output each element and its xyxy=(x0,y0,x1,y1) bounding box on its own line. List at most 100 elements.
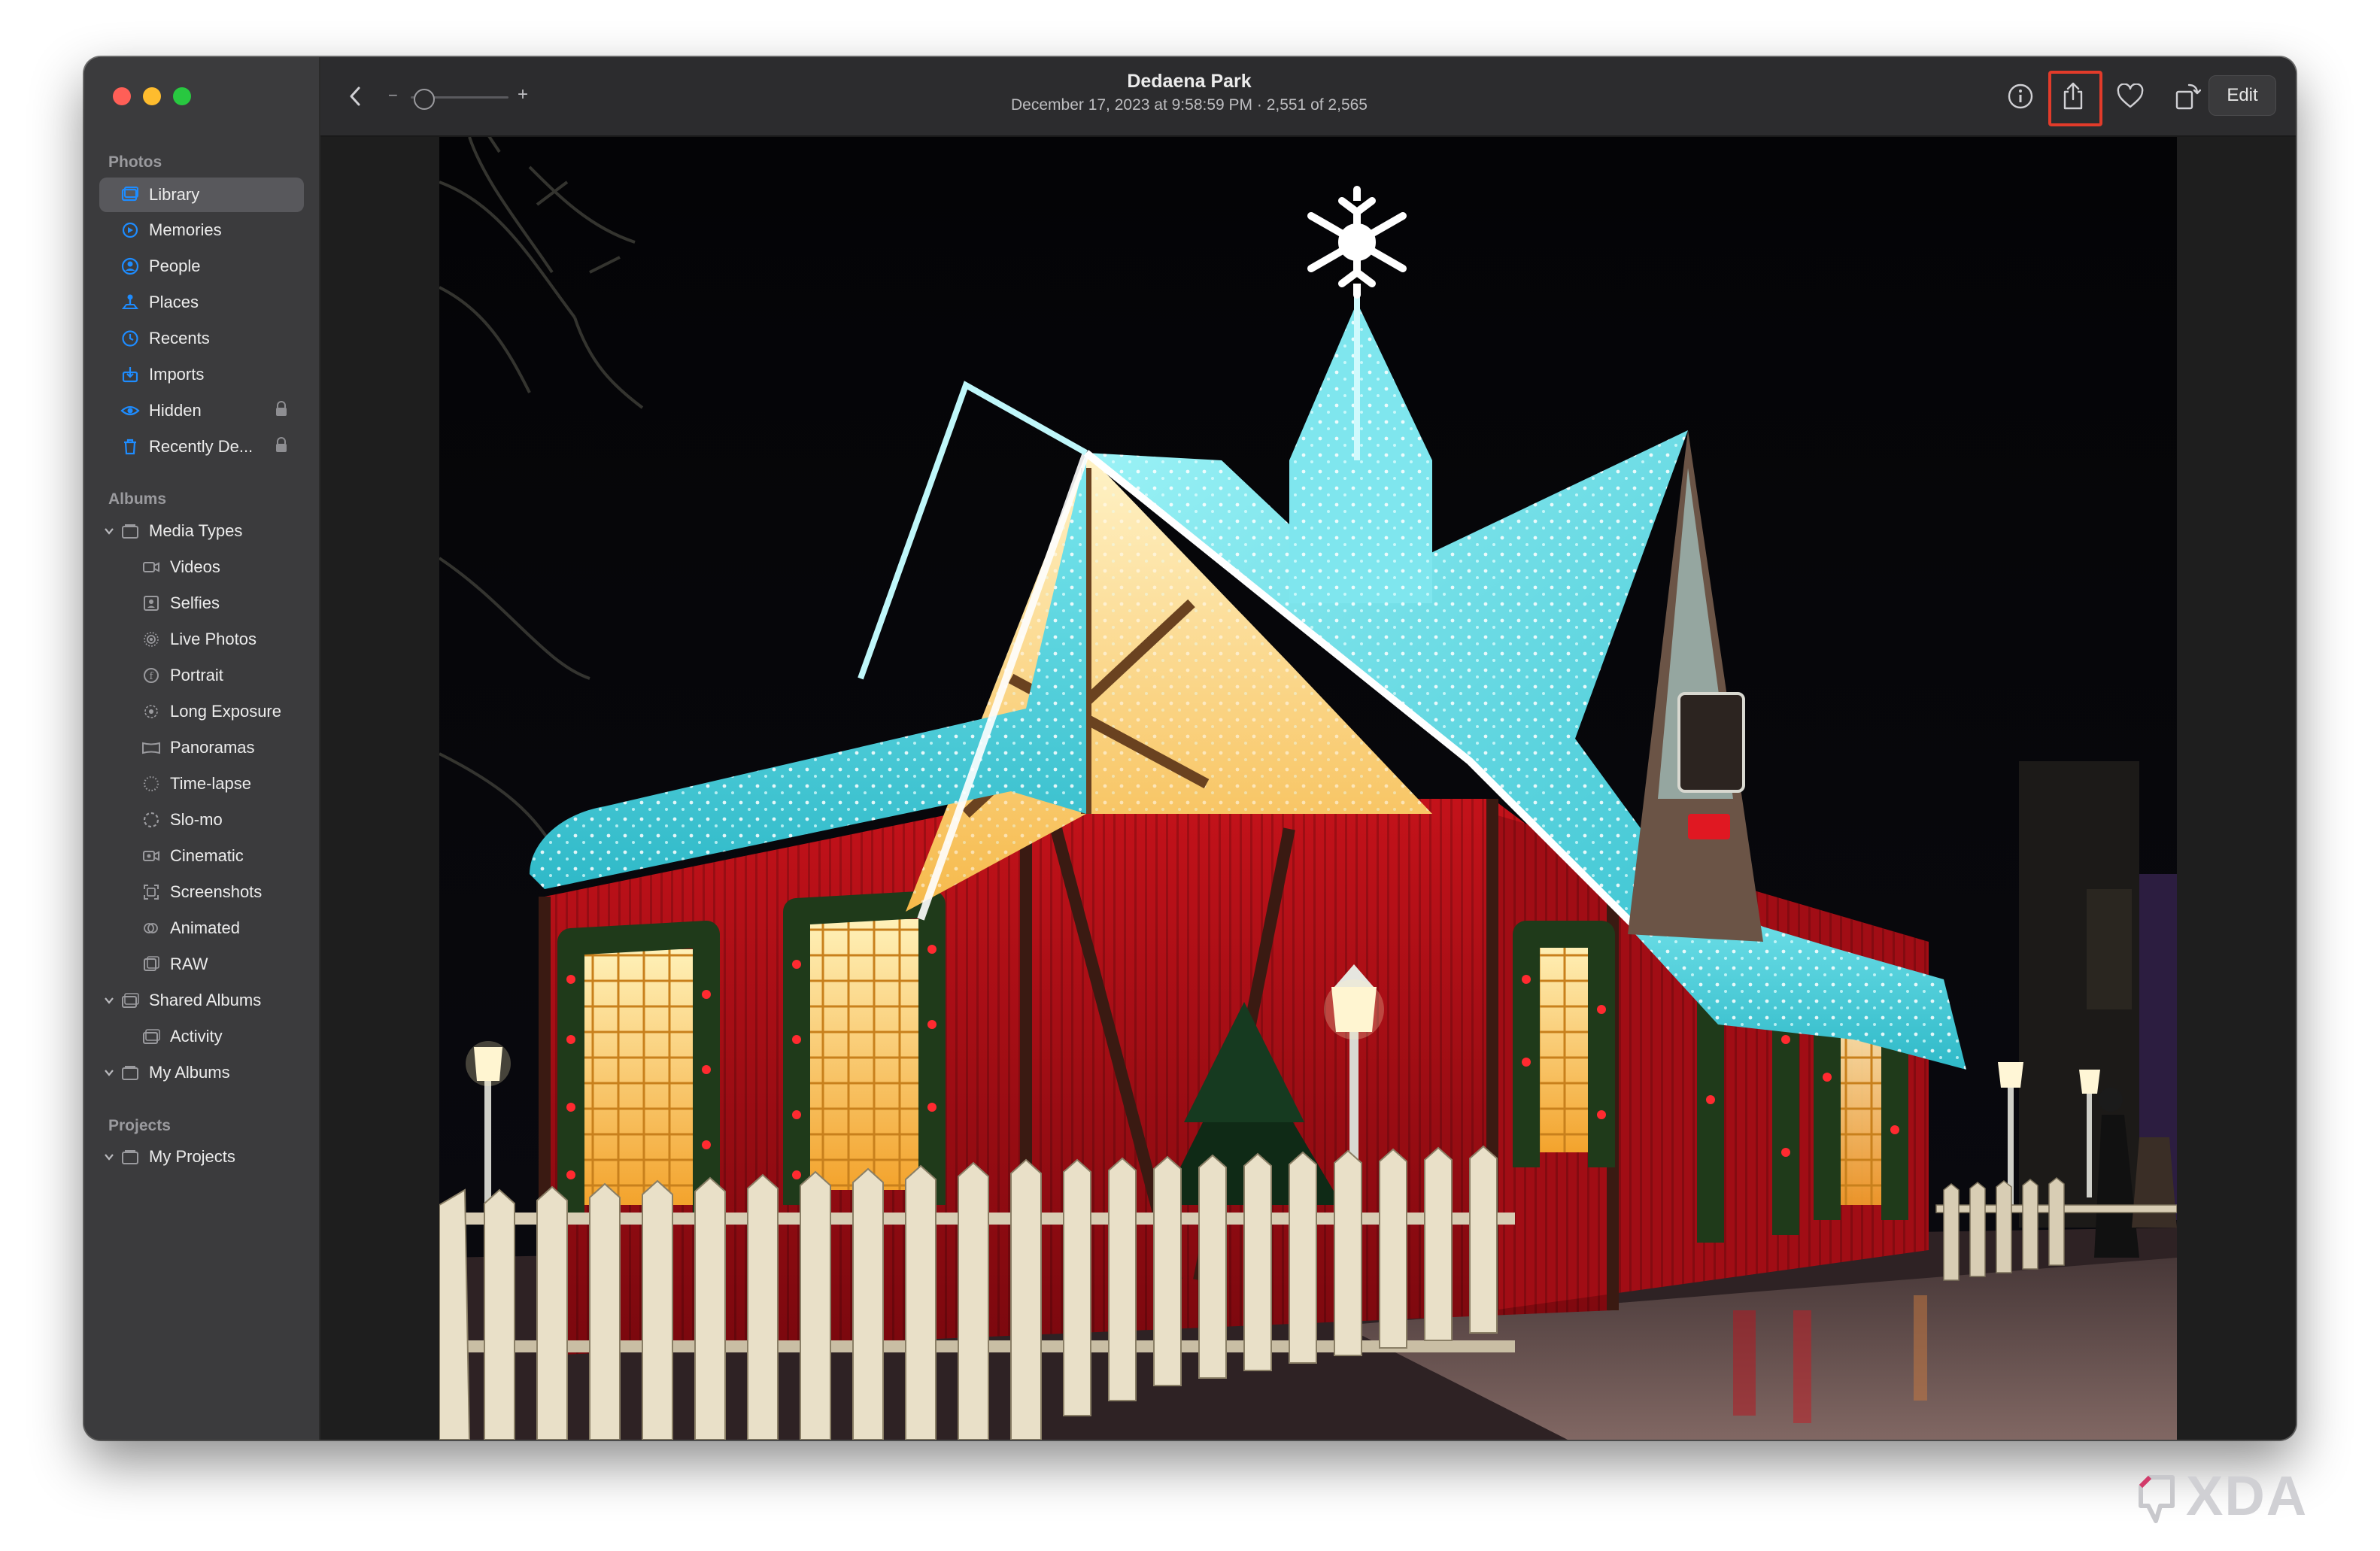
folder-icon xyxy=(120,1063,140,1082)
rotate-icon xyxy=(2175,83,2201,110)
chevron-down-icon[interactable] xyxy=(102,1066,116,1079)
main-content: − + Dedaena Park December 17, 2023 at 9:… xyxy=(320,57,2296,1440)
share-button[interactable] xyxy=(2058,81,2088,111)
sidebar-item-label: My Projects xyxy=(149,1147,235,1166)
xda-watermark-text: XDA xyxy=(2186,1464,2308,1527)
sidebar-item-animated[interactable]: Animated xyxy=(141,911,240,945)
activity-icon xyxy=(141,1027,161,1046)
sidebar-item-label: Library xyxy=(149,185,200,204)
sidebar-item-label: Selfies xyxy=(170,593,220,612)
time-lapse-icon xyxy=(141,774,161,794)
long-exposure-icon xyxy=(141,702,161,721)
live-photo-icon xyxy=(141,630,161,649)
sidebar-item-label: RAW xyxy=(170,955,208,973)
sidebar-item-label: People xyxy=(149,256,201,275)
sidebar-item-recents[interactable]: Recents xyxy=(120,321,210,356)
sidebar-item-label: Imports xyxy=(149,365,205,384)
chevron-left-icon xyxy=(350,87,360,106)
sidebar-item-label: Recently De... xyxy=(149,437,253,456)
share-icon xyxy=(2063,82,2083,110)
sidebar-item-long-exposure[interactable]: Long Exposure xyxy=(141,694,281,729)
photo-viewer[interactable] xyxy=(320,137,2296,1440)
cinematic-icon xyxy=(141,846,161,866)
sidebar-item-raw[interactable]: RAW xyxy=(141,947,208,982)
imports-icon xyxy=(120,365,140,384)
sidebar-item-shared-albums[interactable]: Shared Albums xyxy=(102,983,261,1018)
panorama-icon xyxy=(141,738,161,757)
heart-icon xyxy=(2117,83,2144,108)
favorite-button[interactable] xyxy=(2115,81,2145,111)
sidebar-item-label: Recents xyxy=(149,329,210,348)
toolbar: − + Dedaena Park December 17, 2023 at 9:… xyxy=(320,57,2296,137)
back-button[interactable] xyxy=(340,81,370,111)
raw-icon xyxy=(141,955,161,974)
xda-watermark-logo: XDA xyxy=(2139,1464,2308,1527)
sidebar-item-media-types[interactable]: Media Types xyxy=(102,514,242,548)
sidebar-item-library[interactable]: Library xyxy=(99,178,304,212)
sidebar-item-label: Places xyxy=(149,293,199,311)
zoom-minus-label: − xyxy=(388,86,398,105)
close-window-button[interactable] xyxy=(113,87,131,105)
info-button[interactable] xyxy=(2005,81,2035,111)
sidebar-item-cinematic[interactable]: Cinematic xyxy=(141,839,244,873)
sidebar-item-label: My Albums xyxy=(149,1063,230,1082)
chevron-down-icon[interactable] xyxy=(102,994,116,1007)
albums-section-label: Albums xyxy=(108,490,167,508)
sidebar-item-activity[interactable]: Activity xyxy=(141,1019,223,1054)
portrait-icon: f xyxy=(141,666,161,685)
sidebar-item-label: Panoramas xyxy=(170,738,255,757)
sidebar-item-label: Hidden xyxy=(149,401,202,420)
shared-folder-icon xyxy=(120,991,140,1010)
sidebar-item-videos[interactable]: Videos xyxy=(141,550,220,584)
places-icon xyxy=(120,293,140,312)
edit-button[interactable]: Edit xyxy=(2208,75,2276,116)
sidebar: Photos Library Memories People Places Re… xyxy=(84,57,320,1440)
people-icon xyxy=(120,256,140,276)
photo-title: Dedaena Park xyxy=(1127,71,1252,92)
memories-icon xyxy=(120,220,140,240)
zoom-window-button[interactable] xyxy=(173,87,191,105)
sidebar-item-label: Slo-mo xyxy=(170,810,223,829)
sidebar-item-recently-deleted[interactable]: Recently De... xyxy=(120,429,304,464)
lock-icon xyxy=(274,436,289,457)
slo-mo-icon xyxy=(141,810,161,830)
photos-section-label: Photos xyxy=(108,153,162,171)
sidebar-item-label: Live Photos xyxy=(170,630,257,648)
sidebar-item-live-photos[interactable]: Live Photos xyxy=(141,622,257,657)
sidebar-item-hidden[interactable]: Hidden xyxy=(120,393,304,428)
sidebar-item-selfies[interactable]: Selfies xyxy=(141,586,220,621)
screenshot-icon xyxy=(141,882,161,902)
recents-icon xyxy=(120,329,140,348)
sidebar-item-portrait[interactable]: f Portrait xyxy=(141,658,223,693)
sidebar-item-my-albums[interactable]: My Albums xyxy=(102,1055,230,1090)
sidebar-item-label: Animated xyxy=(170,918,240,937)
sidebar-item-label: Videos xyxy=(170,557,220,576)
library-icon xyxy=(120,185,140,205)
sidebar-item-time-lapse[interactable]: Time-lapse xyxy=(141,766,251,801)
christmas-house-photo xyxy=(439,137,2177,1440)
chevron-down-icon[interactable] xyxy=(102,524,116,538)
rotate-button[interactable] xyxy=(2172,81,2202,111)
projects-section-label: Projects xyxy=(108,1117,171,1134)
sidebar-item-label: Memories xyxy=(149,220,222,239)
sidebar-item-label: Shared Albums xyxy=(149,991,262,1009)
folder-icon xyxy=(120,521,140,541)
zoom-slider-thumb[interactable] xyxy=(414,89,435,110)
animated-icon xyxy=(141,918,161,938)
sidebar-item-screenshots[interactable]: Screenshots xyxy=(141,875,262,909)
sidebar-item-label: Cinematic xyxy=(170,846,244,865)
sidebar-item-memories[interactable]: Memories xyxy=(120,213,222,247)
zoom-slider[interactable]: − + xyxy=(388,84,531,110)
sidebar-item-label: Long Exposure xyxy=(170,702,281,721)
chevron-down-icon[interactable] xyxy=(102,1150,116,1164)
sidebar-item-imports[interactable]: Imports xyxy=(120,357,204,392)
sidebar-item-label: Portrait xyxy=(170,666,223,684)
photo-subtitle: December 17, 2023 at 9:58:59 PM · 2,551 … xyxy=(1011,96,1368,114)
sidebar-item-people[interactable]: People xyxy=(120,249,201,284)
zoom-plus-label: + xyxy=(518,84,529,105)
sidebar-item-places[interactable]: Places xyxy=(120,285,199,320)
sidebar-item-my-projects[interactable]: My Projects xyxy=(102,1140,235,1174)
minimize-window-button[interactable] xyxy=(143,87,161,105)
sidebar-item-slo-mo[interactable]: Slo-mo xyxy=(141,803,223,837)
sidebar-item-panoramas[interactable]: Panoramas xyxy=(141,730,255,765)
